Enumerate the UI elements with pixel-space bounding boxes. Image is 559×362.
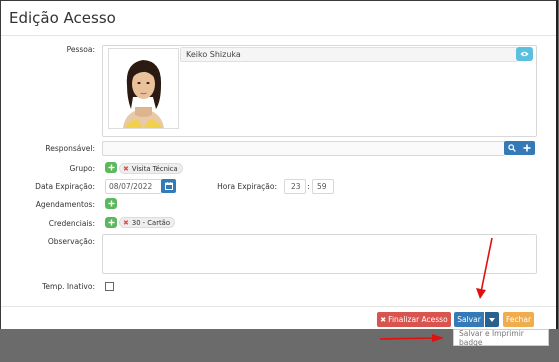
annotation-arrow-1-head bbox=[476, 288, 486, 299]
annotation-arrow-2-line bbox=[379, 337, 437, 340]
annotation-arrow-2-head bbox=[432, 334, 444, 342]
annotation-arrows bbox=[379, 237, 493, 342]
annotation-arrow-1-line bbox=[480, 237, 493, 293]
